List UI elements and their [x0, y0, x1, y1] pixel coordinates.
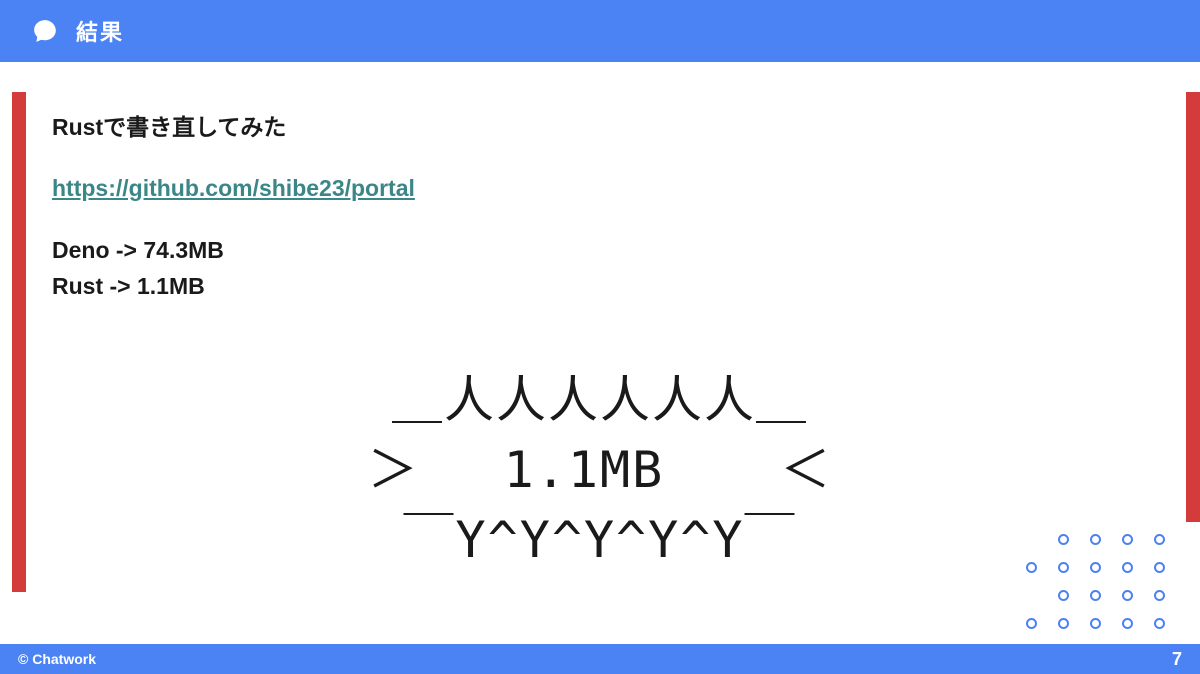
ascii-line-1: ＿人人人人人人＿ [392, 371, 808, 429]
repo-link[interactable]: https://github.com/shibe23/portal [52, 175, 415, 201]
chatwork-logo-icon [32, 18, 58, 44]
ascii-line-2: ＞ 1.1MB ＜ [368, 441, 833, 499]
slide-header: 結果 [0, 0, 1200, 62]
slide-title: 結果 [76, 15, 124, 47]
slide-content: Rustで書き直してみた https://github.com/shibe23/… [0, 62, 1200, 575]
ascii-line-3: ￣Y^Y^Y^Y^Y￣ [404, 511, 797, 569]
copyright-text: © Chatwork [18, 651, 96, 667]
size-rust: Rust -> 1.1MB [52, 268, 1148, 305]
size-deno: Deno -> 74.3MB [52, 232, 1148, 269]
repo-link-block: https://github.com/shibe23/portal [52, 175, 1148, 202]
dots-decoration [1026, 534, 1172, 636]
page-number: 7 [1172, 649, 1182, 670]
size-comparison: Deno -> 74.3MB Rust -> 1.1MB [52, 232, 1148, 306]
slide-footer: © Chatwork 7 [0, 644, 1200, 674]
intro-text: Rustで書き直してみた [52, 110, 1148, 145]
ascii-art-emphasis: ＿人人人人人人＿ ＞ 1.1MB ＜ ￣Y^Y^Y^Y^Y￣ [52, 365, 1148, 575]
